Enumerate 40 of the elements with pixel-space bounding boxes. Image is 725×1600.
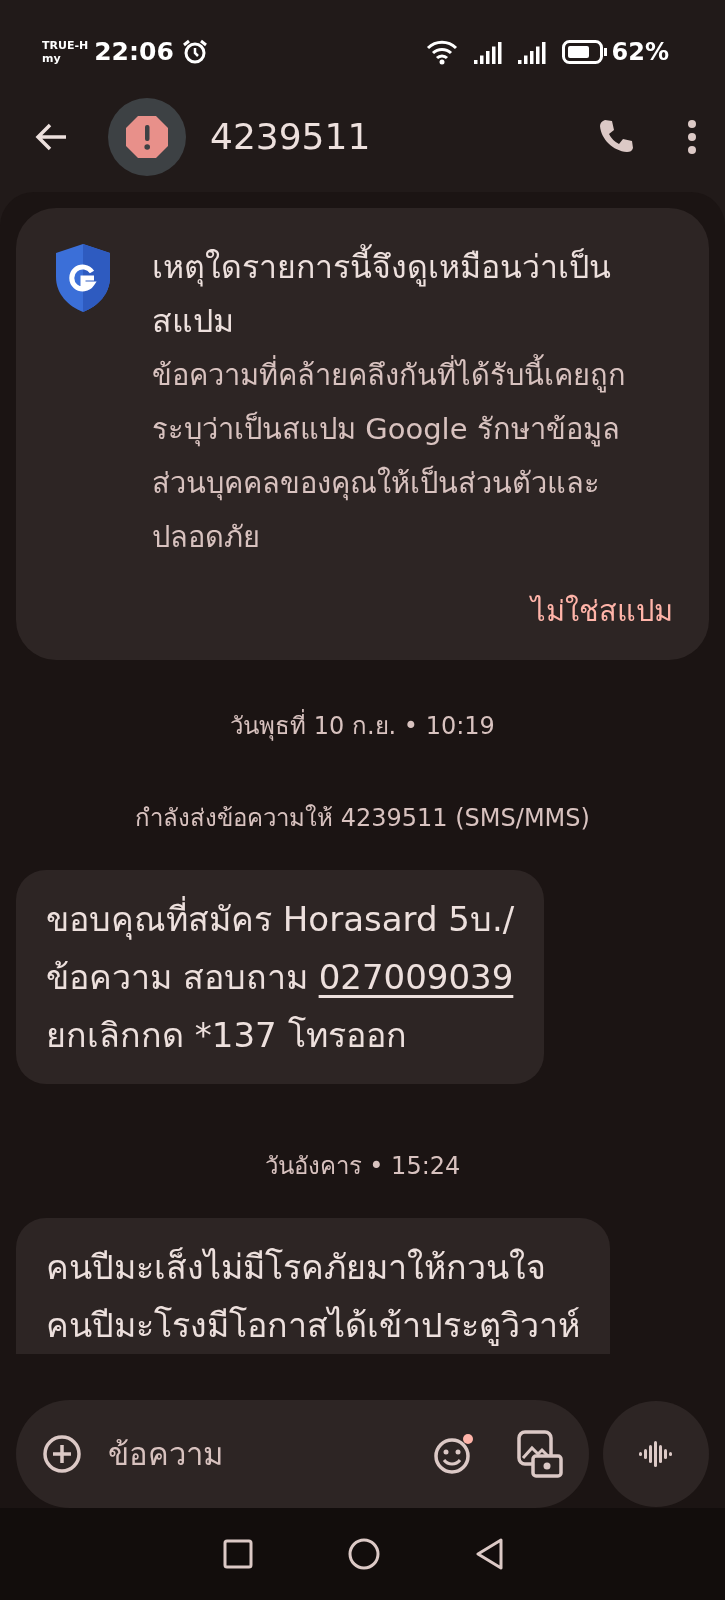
conversation-title: 4239511 bbox=[210, 115, 372, 159]
emoji-button[interactable] bbox=[433, 1433, 475, 1475]
carrier-label: TRUE-H bbox=[42, 39, 89, 52]
more-options-button[interactable] bbox=[687, 119, 697, 155]
waveform-icon bbox=[639, 1439, 673, 1469]
not-spam-button[interactable]: ไม่ใช่สแปม bbox=[531, 590, 673, 634]
warning-octagon-icon bbox=[125, 115, 169, 159]
square-icon bbox=[222, 1539, 253, 1569]
back-button[interactable] bbox=[34, 122, 68, 152]
alarm-clock-icon bbox=[181, 39, 208, 65]
triangle-back-icon bbox=[474, 1538, 503, 1570]
system-back-button[interactable] bbox=[474, 1538, 503, 1570]
recent-apps-button[interactable] bbox=[222, 1539, 253, 1569]
more-vertical-icon bbox=[687, 119, 697, 155]
smiley-icon bbox=[433, 1433, 475, 1475]
message-input[interactable]: ข้อความ bbox=[106, 1429, 433, 1479]
plus-circle-icon bbox=[42, 1434, 82, 1474]
phone-link[interactable]: 027009039 bbox=[318, 956, 514, 997]
status-time: 22:06 bbox=[94, 36, 174, 69]
sending-notice: กำลังส่งข้อความให้ 4239511 (SMS/MMS) bbox=[134, 802, 591, 834]
signal-icon bbox=[517, 40, 546, 64]
shield-g-icon bbox=[54, 242, 112, 314]
date-divider: วันอังคาร • 15:24 bbox=[263, 1150, 462, 1182]
spam-warning-title: เหตุใดรายการนี้จึงดูเหมือนว่าเป็นสแปม bbox=[152, 240, 673, 348]
signal-icon bbox=[473, 40, 502, 64]
circle-icon bbox=[347, 1538, 380, 1570]
back-arrow-icon bbox=[34, 122, 68, 152]
battery-icon bbox=[561, 40, 608, 64]
message-bubble: ขอบคุณที่สมัคร Horasard 5บ./ ข้อความ สอบถาม 027009039 ยกเลิกกด *137 โทรออก bbox=[16, 869, 545, 1084]
message-bubble: คนปีมะเส็งไม่มีโรคภัยมาให้กวนใจ คนปีมะโรงมีโอกาสได้เข้าประตูวิวาห์ bbox=[16, 1217, 610, 1354]
carrier-label: my bbox=[42, 52, 62, 65]
wifi-icon bbox=[425, 39, 458, 65]
battery-percent: 62% bbox=[611, 37, 669, 68]
home-button[interactable] bbox=[347, 1538, 380, 1570]
message-composer[interactable]: ข้อความ bbox=[16, 1400, 589, 1508]
spam-warning-text: ข้อความที่คล้ายคลึงกันที่ได้รับนี้เคยถูกระบุว่าเป็นสแปม Google รักษาข้อมูลส่วนบุคคลของคุณให้เป็นส่วนตัวและปลอดภัย bbox=[152, 348, 673, 564]
image-camera-icon bbox=[517, 1430, 563, 1478]
add-attachment-button[interactable] bbox=[42, 1434, 82, 1474]
gallery-button[interactable] bbox=[517, 1430, 563, 1478]
date-divider: วันพุธที่ 10 ก.ย. • 10:19 bbox=[229, 708, 496, 743]
